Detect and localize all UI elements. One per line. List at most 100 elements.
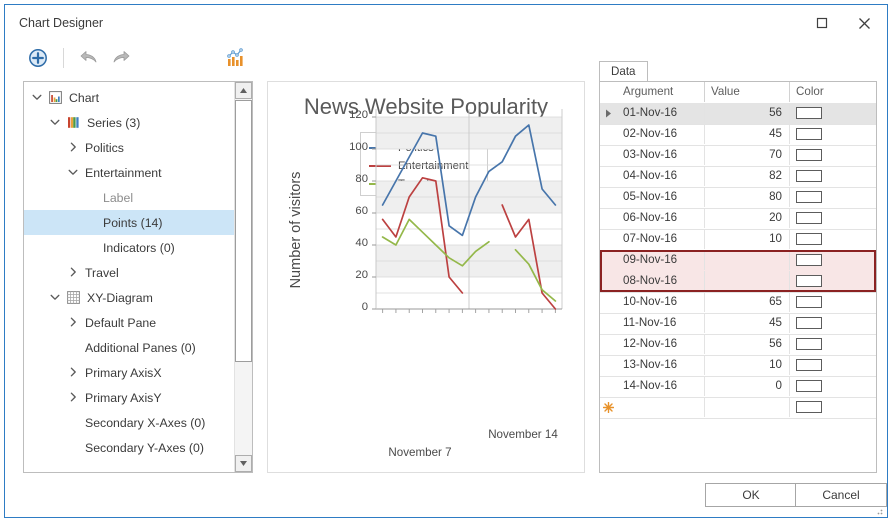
cell-argument[interactable]: 08-Nov-16: [617, 271, 705, 291]
cell-argument[interactable]: 04-Nov-16: [617, 166, 705, 186]
cell-value[interactable]: [705, 397, 790, 417]
tree-item-secondary-x-axes-0[interactable]: Secondary X-Axes (0): [24, 410, 235, 435]
table-row[interactable]: 11-Nov-16 45: [600, 313, 876, 335]
cell-color[interactable]: [790, 271, 876, 291]
cell-argument[interactable]: 03-Nov-16: [617, 145, 705, 165]
tree-scroll-thumb[interactable]: [235, 100, 252, 362]
cell-value[interactable]: 70: [705, 145, 790, 165]
cell-color[interactable]: [790, 145, 876, 165]
cell-value[interactable]: [705, 271, 790, 291]
color-swatch-icon[interactable]: [796, 275, 822, 287]
color-swatch-icon[interactable]: [796, 254, 822, 266]
cell-value[interactable]: 56: [705, 334, 790, 354]
color-swatch-icon[interactable]: [796, 107, 822, 119]
table-row[interactable]: 07-Nov-16 10: [600, 229, 876, 251]
cell-color[interactable]: [790, 376, 876, 396]
resize-grip-icon[interactable]: [873, 504, 883, 515]
tree-item-xy-diagram[interactable]: XY-Diagram: [24, 285, 235, 310]
add-circle-icon[interactable]: [23, 43, 53, 73]
cell-argument[interactable]: 12-Nov-16: [617, 334, 705, 354]
cell-argument[interactable]: 01-Nov-16: [617, 103, 705, 123]
table-row[interactable]: 13-Nov-16 10: [600, 355, 876, 377]
tree-item-points-14[interactable]: Points (14): [24, 210, 235, 235]
table-row[interactable]: 08-Nov-16: [600, 271, 876, 293]
tree-item-chart[interactable]: Chart: [24, 85, 235, 110]
maximize-icon[interactable]: [805, 9, 839, 37]
cell-color[interactable]: [790, 355, 876, 375]
cell-value[interactable]: 10: [705, 355, 790, 375]
cell-argument[interactable]: 07-Nov-16: [617, 229, 705, 249]
table-row[interactable]: 05-Nov-16 80: [600, 187, 876, 209]
table-row[interactable]: 02-Nov-16 45: [600, 124, 876, 146]
chevron-down-icon[interactable]: [32, 91, 46, 105]
tree-vertical-scrollbar[interactable]: [234, 82, 252, 472]
tab-data[interactable]: Data: [599, 61, 648, 82]
color-swatch-icon[interactable]: [796, 296, 822, 308]
scroll-down-icon[interactable]: [235, 455, 252, 472]
cell-value[interactable]: 20: [705, 208, 790, 228]
cell-argument[interactable]: 13-Nov-16: [617, 355, 705, 375]
chevron-right-icon[interactable]: [68, 266, 82, 280]
cell-value[interactable]: 45: [705, 313, 790, 333]
table-row[interactable]: 10-Nov-16 65: [600, 292, 876, 314]
cell-color[interactable]: [790, 124, 876, 144]
color-swatch-icon[interactable]: [796, 170, 822, 182]
tree-item-secondary-y-axes-0[interactable]: Secondary Y-Axes (0): [24, 435, 235, 460]
undo-arrow-icon[interactable]: [75, 43, 105, 73]
cell-color[interactable]: [790, 208, 876, 228]
chart-wizard-icon[interactable]: [221, 43, 251, 73]
tree-item-primary-axisx[interactable]: Primary AxisX: [24, 360, 235, 385]
cell-argument[interactable]: 09-Nov-16: [617, 250, 705, 270]
table-row[interactable]: [600, 397, 876, 419]
tree-item-label[interactable]: Label: [24, 185, 235, 210]
table-row[interactable]: 09-Nov-16: [600, 250, 876, 272]
cell-value[interactable]: [705, 250, 790, 270]
cell-value[interactable]: 10: [705, 229, 790, 249]
tree-item-default-pane[interactable]: Default Pane: [24, 310, 235, 335]
color-swatch-icon[interactable]: [796, 233, 822, 245]
color-swatch-icon[interactable]: [796, 338, 822, 350]
tree-item-additional-panes-0[interactable]: Additional Panes (0): [24, 335, 235, 360]
chevron-down-icon[interactable]: [68, 166, 82, 180]
table-row[interactable]: 12-Nov-16 56: [600, 334, 876, 356]
cell-color[interactable]: [790, 313, 876, 333]
column-header-argument[interactable]: Argument: [617, 82, 705, 102]
close-icon[interactable]: [847, 9, 881, 37]
table-row[interactable]: 01-Nov-16 56: [600, 103, 876, 125]
color-swatch-icon[interactable]: [796, 401, 822, 413]
chevron-down-icon[interactable]: [50, 291, 64, 305]
chevron-right-icon[interactable]: [68, 391, 82, 405]
points-data-grid[interactable]: Argument Value Color 01-Nov-16 56 02-Nov-1…: [599, 81, 877, 473]
cell-color[interactable]: [790, 292, 876, 312]
color-swatch-icon[interactable]: [796, 380, 822, 392]
scroll-up-icon[interactable]: [235, 82, 252, 99]
chevron-right-icon[interactable]: [68, 141, 82, 155]
tree-item-indicators-0[interactable]: Indicators (0): [24, 235, 235, 260]
color-swatch-icon[interactable]: [796, 317, 822, 329]
cell-color[interactable]: [790, 166, 876, 186]
tree-item-travel[interactable]: Travel: [24, 260, 235, 285]
chevron-right-icon[interactable]: [68, 316, 82, 330]
chart-element-tree[interactable]: Chart Series (3) Politics Entertainment Labe…: [23, 81, 253, 473]
cell-value[interactable]: 82: [705, 166, 790, 186]
cell-color[interactable]: [790, 334, 876, 354]
tree-item-politics[interactable]: Politics: [24, 135, 235, 160]
color-swatch-icon[interactable]: [796, 212, 822, 224]
cell-color[interactable]: [790, 250, 876, 270]
cell-value[interactable]: 65: [705, 292, 790, 312]
table-row[interactable]: 03-Nov-16 70: [600, 145, 876, 167]
color-swatch-icon[interactable]: [796, 128, 822, 140]
cell-argument[interactable]: 11-Nov-16: [617, 313, 705, 333]
tree-item-series-3[interactable]: Series (3): [24, 110, 235, 135]
color-swatch-icon[interactable]: [796, 191, 822, 203]
chevron-down-icon[interactable]: [50, 116, 64, 130]
cell-argument[interactable]: 14-Nov-16: [617, 376, 705, 396]
chevron-right-icon[interactable]: [68, 366, 82, 380]
column-header-color[interactable]: Color: [790, 82, 876, 102]
cell-value[interactable]: 45: [705, 124, 790, 144]
cell-value[interactable]: 0: [705, 376, 790, 396]
ok-button[interactable]: OK: [705, 483, 797, 507]
cell-argument[interactable]: 06-Nov-16: [617, 208, 705, 228]
table-row[interactable]: 14-Nov-16 0: [600, 376, 876, 398]
cell-color[interactable]: [790, 103, 876, 123]
